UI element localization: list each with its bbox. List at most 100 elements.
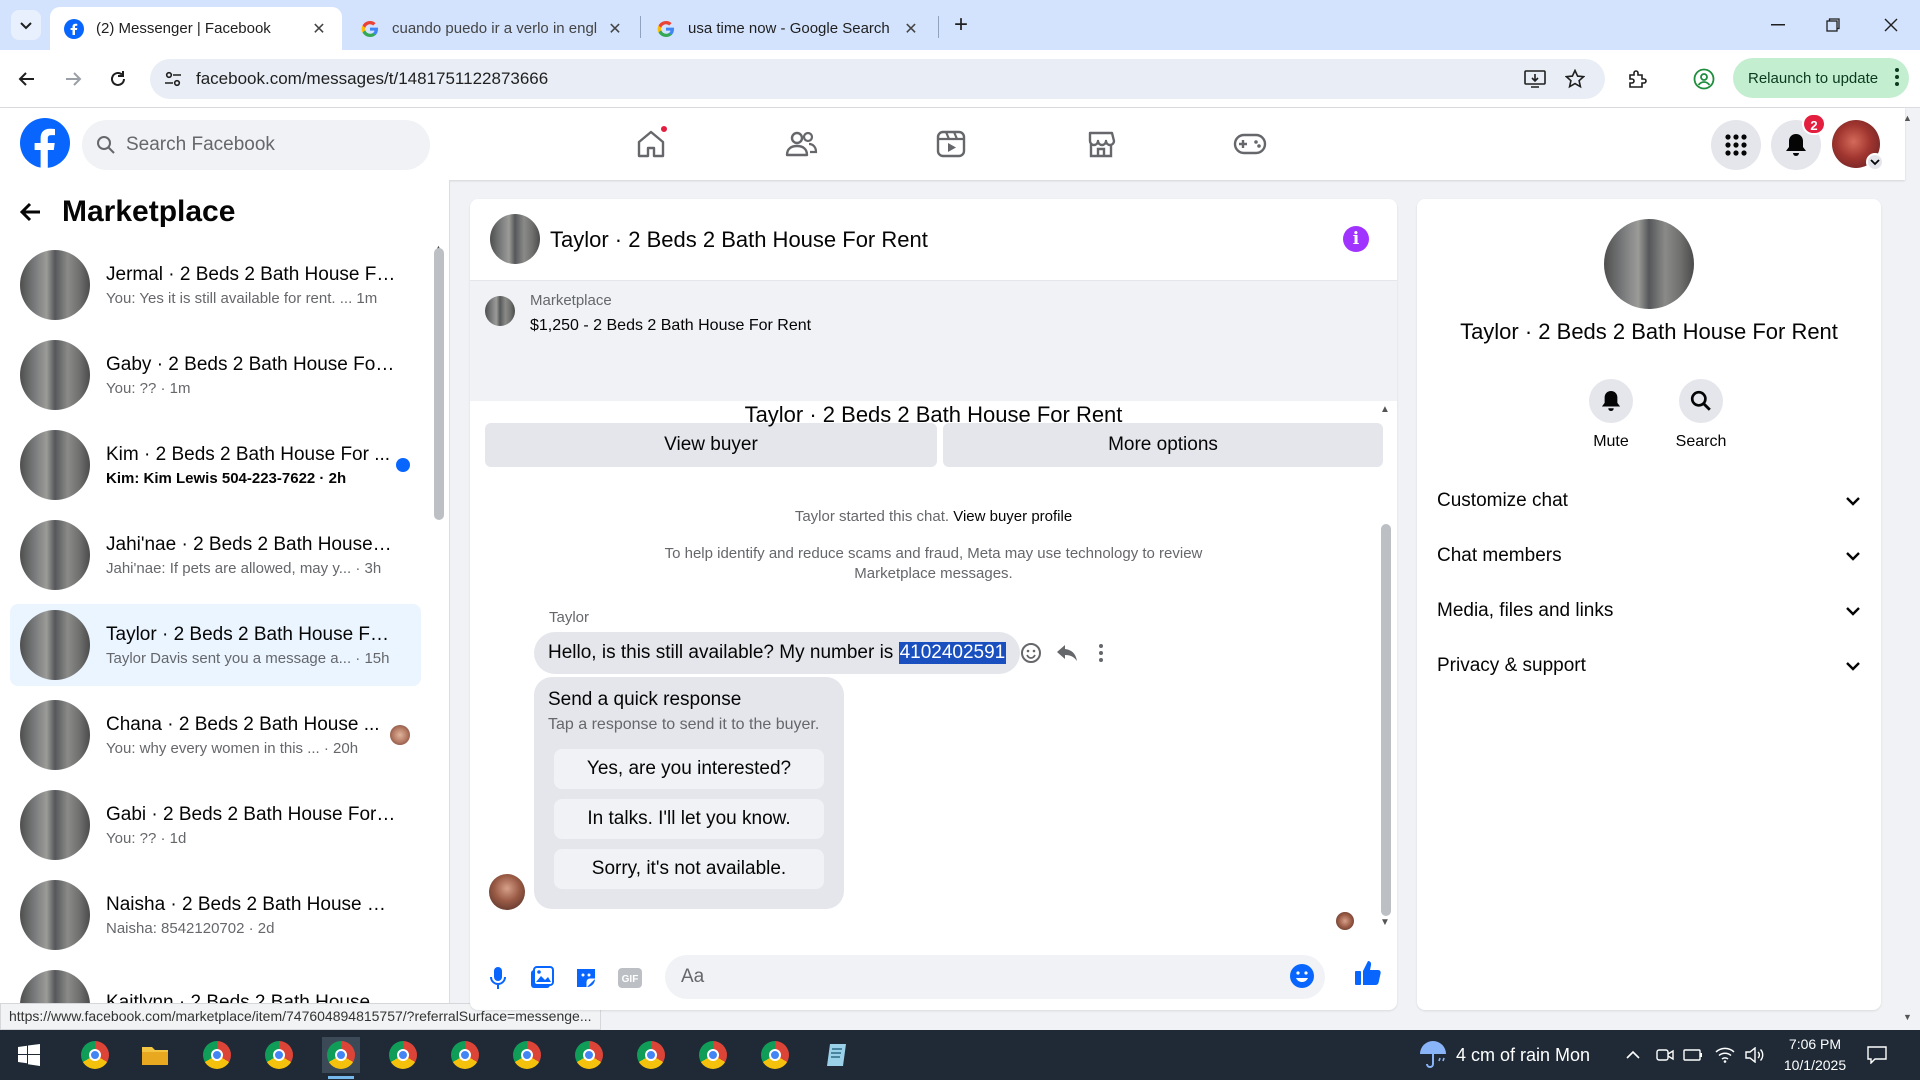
quick-response-option[interactable]: Yes, are you interested? bbox=[554, 749, 824, 789]
more-options-button[interactable]: More options bbox=[943, 423, 1383, 467]
nav-video[interactable] bbox=[921, 122, 981, 166]
volume-icon[interactable] bbox=[1744, 1044, 1766, 1066]
photo-icon[interactable] bbox=[528, 964, 556, 992]
page-scroll-down-arrow[interactable]: ▼ bbox=[1903, 1012, 1912, 1022]
buyer-avatar[interactable] bbox=[489, 874, 525, 910]
facebook-logo-icon[interactable] bbox=[20, 118, 70, 168]
close-tab-icon[interactable]: ✕ bbox=[310, 20, 328, 38]
listing-thumbnail bbox=[20, 250, 90, 320]
chat-scrollbar-thumb[interactable] bbox=[1381, 524, 1391, 916]
tab-messenger[interactable]: (2) Messenger | Facebook ✕ bbox=[50, 7, 342, 50]
like-icon[interactable] bbox=[1354, 959, 1382, 987]
chat-scroll-up-arrow[interactable]: ▲ bbox=[1380, 404, 1390, 415]
system-clock[interactable]: 7:06 PM 10/1/2025 bbox=[1772, 1034, 1858, 1076]
tab-google-search-2[interactable]: usa time now - Google Search ✕ bbox=[642, 7, 934, 50]
account-avatar[interactable] bbox=[1832, 120, 1884, 171]
gif-icon[interactable]: GIF bbox=[616, 964, 644, 992]
reply-icon[interactable] bbox=[1055, 641, 1079, 665]
page-scroll-up-arrow[interactable]: ▲ bbox=[1903, 113, 1912, 123]
sticker-icon[interactable] bbox=[572, 964, 600, 992]
back-arrow-icon[interactable] bbox=[20, 201, 42, 223]
profile-icon[interactable] bbox=[1689, 64, 1719, 94]
search-action[interactable]: Search bbox=[1661, 379, 1741, 451]
emoji-icon[interactable] bbox=[1289, 963, 1315, 989]
taskbar-chrome[interactable] bbox=[260, 1037, 298, 1073]
quick-response-option[interactable]: In talks. I'll let you know. bbox=[554, 799, 824, 839]
tab-google-search-1[interactable]: cuando puedo ir a verlo in engl ✕ bbox=[346, 7, 638, 50]
menu-button[interactable] bbox=[1711, 120, 1761, 170]
nav-marketplace[interactable] bbox=[1071, 122, 1131, 166]
taskbar-chrome[interactable] bbox=[198, 1037, 236, 1073]
microphone-icon[interactable] bbox=[484, 964, 512, 992]
taskbar-chrome[interactable] bbox=[508, 1037, 546, 1073]
conversation-item[interactable]: Gaby · 2 Beds 2 Bath House For ... You: ?… bbox=[10, 334, 421, 416]
close-window-icon[interactable] bbox=[1876, 12, 1906, 38]
listing-price-title[interactable]: $1,250 - 2 Beds 2 Bath House For Rent bbox=[530, 317, 811, 335]
chat-title[interactable]: Taylor · 2 Beds 2 Bath House For Rent bbox=[550, 227, 928, 253]
message-phone-number[interactable]: 4102402591 bbox=[898, 642, 1007, 664]
facebook-search-input[interactable]: Search Facebook bbox=[82, 120, 430, 170]
more-actions-icon[interactable] bbox=[1089, 641, 1113, 665]
react-icon[interactable] bbox=[1019, 641, 1043, 665]
address-bar[interactable]: facebook.com/messages/t/1481751122873666 bbox=[150, 59, 1605, 99]
notifications-center-icon[interactable] bbox=[1866, 1044, 1888, 1066]
taskbar-chrome[interactable] bbox=[694, 1037, 732, 1073]
weather-widget[interactable]: 4 cm of rain Mon bbox=[1418, 1040, 1590, 1070]
chat-thumbnail[interactable] bbox=[490, 214, 540, 264]
install-app-icon[interactable] bbox=[1524, 68, 1546, 90]
view-buyer-button[interactable]: View buyer bbox=[485, 423, 937, 467]
extensions-icon[interactable] bbox=[1622, 64, 1652, 94]
media-files-links-section[interactable]: Media, files and links bbox=[1437, 591, 1861, 631]
taskbar-chrome-active[interactable] bbox=[322, 1037, 360, 1079]
taskbar-chrome[interactable] bbox=[76, 1037, 114, 1073]
message-input[interactable]: Aa bbox=[665, 955, 1325, 999]
customize-chat-section[interactable]: Customize chat bbox=[1437, 481, 1861, 521]
nav-home[interactable] bbox=[621, 122, 681, 166]
conversation-item[interactable]: Chana · 2 Beds 2 Bath House ... You: why … bbox=[10, 694, 421, 776]
nav-friends[interactable] bbox=[771, 122, 831, 166]
taskbar-chrome[interactable] bbox=[384, 1037, 422, 1073]
meet-now-icon[interactable] bbox=[1654, 1044, 1676, 1066]
conversation-item-selected[interactable]: Taylor · 2 Beds 2 Bath House For... Taylo… bbox=[10, 604, 421, 686]
conversation-item[interactable]: Jermal · 2 Beds 2 Bath House Fo... You: Y… bbox=[10, 244, 421, 326]
minimize-icon[interactable] bbox=[1763, 12, 1793, 38]
view-buyer-profile-link[interactable]: View buyer profile bbox=[953, 508, 1072, 525]
chat-scroll-down-arrow[interactable]: ▼ bbox=[1380, 917, 1390, 928]
tab-search-button[interactable] bbox=[11, 10, 41, 40]
taskbar-notepad[interactable] bbox=[818, 1037, 856, 1073]
taskbar-file-explorer[interactable] bbox=[136, 1037, 174, 1073]
conversation-item[interactable]: Kim · 2 Beds 2 Bath House For ... Kim: Ki… bbox=[10, 424, 421, 506]
mute-action[interactable]: Mute bbox=[1571, 379, 1651, 451]
taskbar-chrome[interactable] bbox=[570, 1037, 608, 1073]
conversation-item[interactable]: Naisha · 2 Beds 2 Bath House Fo... Naisha… bbox=[10, 874, 421, 956]
nav-gaming[interactable] bbox=[1220, 122, 1280, 166]
quick-response-option[interactable]: Sorry, it's not available. bbox=[554, 849, 824, 889]
chat-members-section[interactable]: Chat members bbox=[1437, 536, 1861, 576]
reload-icon[interactable] bbox=[103, 64, 133, 94]
forward-icon[interactable] bbox=[58, 64, 88, 94]
taskbar-chrome[interactable] bbox=[632, 1037, 670, 1073]
new-tab-button[interactable]: + bbox=[948, 13, 974, 39]
conversation-item[interactable]: Gabi · 2 Beds 2 Bath House For ... You: ?… bbox=[10, 784, 421, 866]
battery-icon[interactable] bbox=[1682, 1044, 1704, 1066]
back-icon[interactable] bbox=[12, 64, 42, 94]
start-button[interactable] bbox=[10, 1037, 48, 1073]
tab-title: cuando puedo ir a verlo in engl bbox=[392, 20, 598, 37]
taskbar-chrome[interactable] bbox=[446, 1037, 484, 1073]
relaunch-to-update-button[interactable]: Relaunch to update bbox=[1733, 58, 1909, 98]
info-icon[interactable]: i bbox=[1343, 226, 1369, 252]
listing-thumbnail[interactable] bbox=[485, 296, 515, 326]
list-scrollbar-thumb[interactable] bbox=[434, 248, 444, 520]
chevron-up-icon[interactable] bbox=[1622, 1044, 1644, 1066]
message-bubble[interactable]: Hello, is this still available? My numbe… bbox=[534, 632, 1021, 674]
privacy-support-section[interactable]: Privacy & support bbox=[1437, 646, 1861, 686]
close-tab-icon[interactable]: ✕ bbox=[902, 20, 920, 38]
conversation-item[interactable]: Jahi'nae · 2 Beds 2 Bath House F... Jahi'… bbox=[10, 514, 421, 596]
close-tab-icon[interactable]: ✕ bbox=[606, 20, 624, 38]
taskbar-chrome[interactable] bbox=[756, 1037, 794, 1073]
site-info-icon[interactable] bbox=[162, 68, 184, 90]
bookmark-star-icon[interactable] bbox=[1564, 68, 1586, 90]
search-icon bbox=[97, 136, 115, 154]
restore-icon[interactable] bbox=[1818, 12, 1848, 38]
wifi-icon[interactable] bbox=[1714, 1044, 1736, 1066]
